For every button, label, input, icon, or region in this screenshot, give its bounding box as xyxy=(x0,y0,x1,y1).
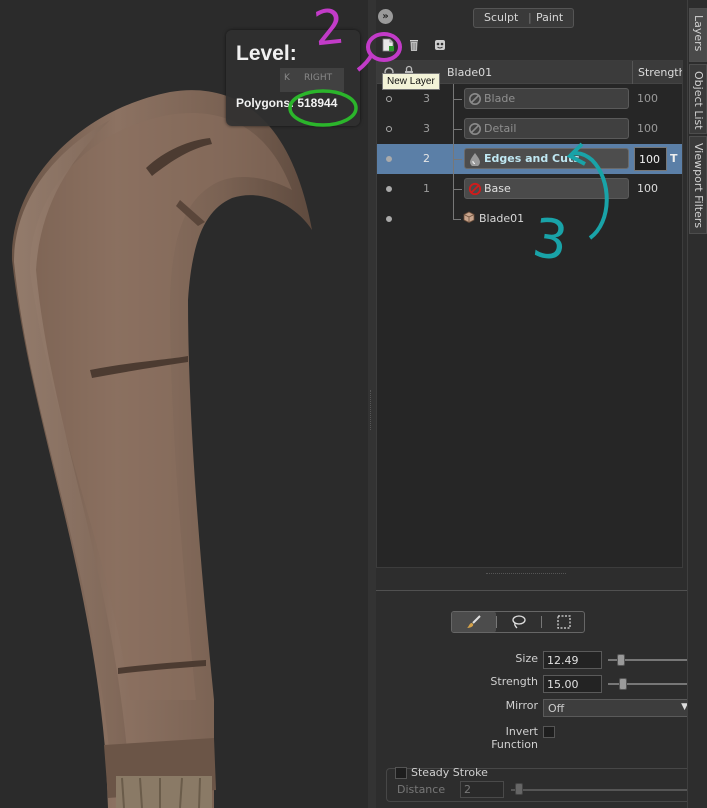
splitter-grip[interactable] xyxy=(370,390,373,430)
layer-disabled-icon xyxy=(469,93,481,105)
layer-level: 3 xyxy=(423,122,430,135)
row-drag-handle[interactable]: T xyxy=(670,152,678,165)
layer-level: 2 xyxy=(423,152,430,165)
slider-thumb[interactable] xyxy=(515,783,523,795)
size-input[interactable]: 12.49 xyxy=(543,651,602,669)
distance-label: Distance xyxy=(397,783,446,796)
tab-viewport-filters[interactable]: Viewport Filters xyxy=(689,136,707,234)
visibility-toggle[interactable] xyxy=(386,96,392,102)
tab-object-list-label: Object List xyxy=(692,71,705,130)
lasso-mode-button[interactable] xyxy=(497,612,541,632)
slider-track xyxy=(511,789,691,791)
layers-resize-grip[interactable] xyxy=(486,573,566,576)
strength-input[interactable]: 15.00 xyxy=(543,675,602,693)
trash-icon[interactable] xyxy=(407,38,421,52)
steady-stroke-group: Steady Stroke Distance 2 xyxy=(386,766,693,802)
mirror-value: Off xyxy=(548,702,565,715)
layer-name: Blade xyxy=(484,92,516,105)
layer-row-edges-and-cuts[interactable]: 2 Edges and Cuts 100 T xyxy=(377,144,682,174)
layer-strength[interactable]: 100 xyxy=(637,92,658,105)
layer-pill[interactable]: Detail xyxy=(464,118,629,139)
tab-viewport-filters-label: Viewport Filters xyxy=(692,143,705,229)
layer-row-detail[interactable]: 3 Detail 100 xyxy=(377,114,682,144)
size-slider[interactable] xyxy=(608,651,693,669)
rect-select-icon xyxy=(557,615,571,629)
visibility-toggle[interactable] xyxy=(386,216,392,222)
tab-layers-label: Layers xyxy=(692,15,705,52)
steady-stroke-label: Steady Stroke xyxy=(411,766,488,779)
layer-mask-icon[interactable] xyxy=(433,38,447,52)
steady-stroke-checkbox[interactable] xyxy=(395,767,407,779)
new-layer-icon[interactable] xyxy=(381,38,395,52)
brush-icon xyxy=(467,615,481,628)
layer-name: Edges and Cuts xyxy=(484,152,580,165)
mirror-label: Mirror xyxy=(505,699,538,712)
tree-branch xyxy=(453,129,462,130)
collapse-panel-button[interactable]: » xyxy=(378,9,393,24)
layers-header-mesh-name: Blade01 xyxy=(447,66,493,79)
panel-splitter[interactable] xyxy=(368,0,376,808)
slider-thumb[interactable] xyxy=(617,654,625,666)
selection-mode-group xyxy=(451,611,585,633)
polygons-count: Polygons: 518944 xyxy=(236,96,338,110)
mode-separator: | xyxy=(528,11,532,24)
tree-line xyxy=(453,204,454,220)
view-cube[interactable]: K RIGHT xyxy=(280,68,344,92)
size-label: Size xyxy=(515,652,538,665)
visibility-toggle[interactable] xyxy=(386,156,392,162)
layer-disabled-icon xyxy=(469,123,481,135)
sculpt-paint-toggle: Sculpt | Paint xyxy=(473,8,574,28)
side-tab-bar: Layers Object List Viewport Filters xyxy=(687,0,707,808)
brush-mode-button[interactable] xyxy=(452,612,496,632)
tree-branch xyxy=(453,99,462,100)
viewport[interactable]: Level: K RIGHT Polygons: 518944 xyxy=(0,0,368,808)
layers-toolbar xyxy=(376,34,687,58)
mesh-row[interactable]: Blade01 xyxy=(377,204,682,234)
layer-name: Detail xyxy=(484,122,517,135)
level-info-panel: Level: K RIGHT Polygons: 518944 xyxy=(226,30,360,126)
sculpt-mode-button[interactable]: Sculpt xyxy=(484,11,518,24)
layer-name: Base xyxy=(484,182,511,195)
view-cube-key: K xyxy=(284,73,290,83)
layer-level: 1 xyxy=(423,182,430,195)
view-cube-face: RIGHT xyxy=(304,73,333,83)
invert-function-checkbox[interactable] xyxy=(543,726,555,738)
slider-thumb[interactable] xyxy=(619,678,627,690)
mesh-name: Blade01 xyxy=(479,212,525,225)
new-layer-tooltip: New Layer xyxy=(382,73,440,90)
rect-select-mode-button[interactable] xyxy=(542,612,586,632)
mesh-cube-icon xyxy=(463,211,475,223)
tab-layers[interactable]: Layers xyxy=(689,8,707,62)
sculpt-layer-icon xyxy=(470,153,480,166)
strength-slider[interactable] xyxy=(608,675,693,693)
tab-object-list[interactable]: Object List xyxy=(689,64,707,134)
layer-pill[interactable]: Edges and Cuts xyxy=(464,148,629,169)
layer-level: 3 xyxy=(423,92,430,105)
layer-strength[interactable]: 100 xyxy=(637,122,658,135)
paint-mode-button[interactable]: Paint xyxy=(536,11,563,24)
app-window: Level: K RIGHT Polygons: 518944 » Sculpt… xyxy=(0,0,707,808)
lasso-icon xyxy=(512,615,526,629)
tree-branch xyxy=(453,189,462,190)
layer-row-base[interactable]: 1 Base 100 xyxy=(377,174,682,204)
tree-branch xyxy=(453,159,462,160)
tree-branch xyxy=(453,219,461,220)
level-label: Level: xyxy=(236,42,297,65)
layer-strength-input[interactable]: 100 xyxy=(634,147,667,171)
visibility-toggle[interactable] xyxy=(386,126,392,132)
layer-error-icon xyxy=(468,182,482,196)
strength-column-header[interactable]: Strength xyxy=(632,61,682,84)
tool-options: Size 12.49 Strength 15.00 Mirror Off ▼ I… xyxy=(376,590,693,808)
visibility-toggle[interactable] xyxy=(386,186,392,192)
distance-input[interactable]: 2 xyxy=(460,781,504,798)
distance-slider[interactable] xyxy=(511,781,691,798)
layers-panel: » Sculpt | Paint Blade01 Strength 3 Blad… xyxy=(376,0,693,808)
layer-pill[interactable]: Blade xyxy=(464,88,629,109)
layer-strength[interactable]: 100 xyxy=(637,182,658,195)
layer-pill[interactable]: Base xyxy=(464,178,629,199)
strength-label: Strength xyxy=(490,675,538,688)
mirror-select[interactable]: Off ▼ xyxy=(543,699,693,717)
layers-table: Blade01 Strength 3 Blade 100 3 Detail 10… xyxy=(376,60,683,568)
invert-function-label: Invert Function xyxy=(491,725,538,751)
